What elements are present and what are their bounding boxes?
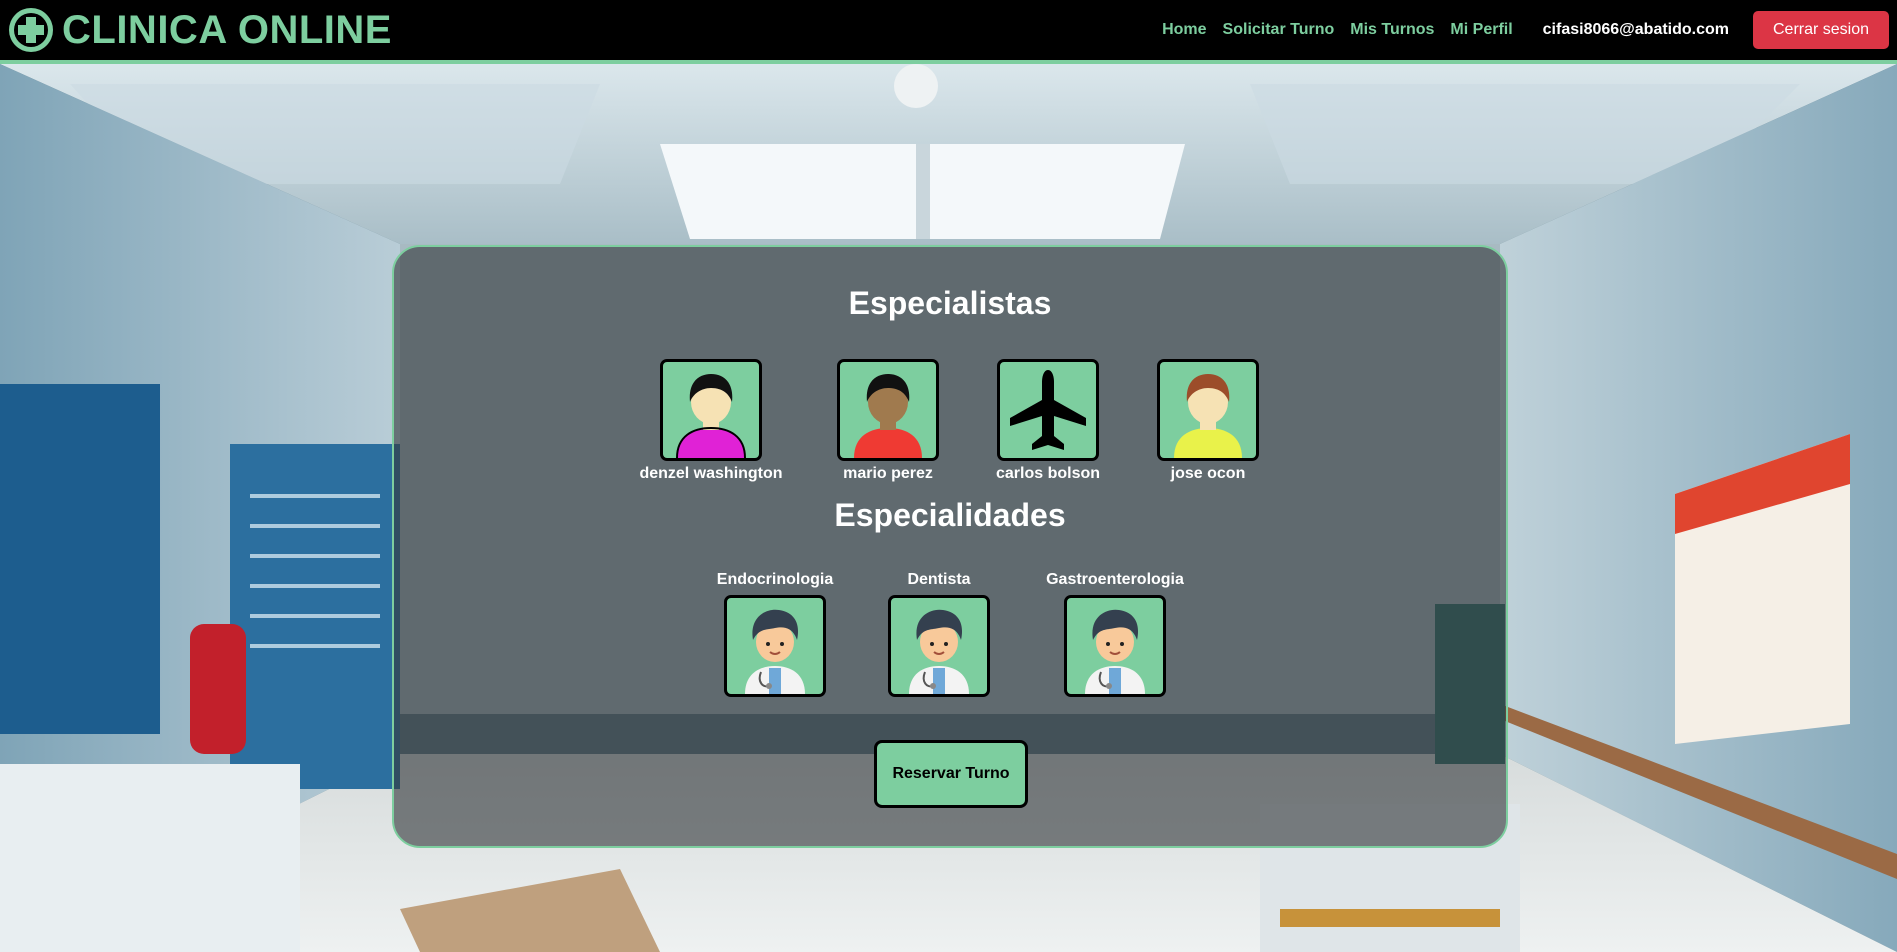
user-email: cifasi8066@abatido.com <box>1542 21 1729 38</box>
specialist-name: mario perez <box>843 465 933 482</box>
nav-solicitar-turno-link[interactable]: Solicitar Turno <box>1223 21 1335 39</box>
medical-cross-icon <box>9 8 53 52</box>
nav-links: Home Solicitar Turno Mis Turnos Mi Perfi… <box>1154 11 1889 49</box>
person-avatar-icon[interactable] <box>660 359 762 461</box>
nav-home-link[interactable]: Home <box>1162 21 1206 39</box>
specialty-name: Gastroenterologia <box>1046 571 1184 588</box>
specialty-name: Endocrinologia <box>716 571 834 588</box>
doctor-icon[interactable] <box>1064 595 1166 697</box>
specialists-title: Especialistas <box>848 285 1052 321</box>
reserve-appointment-button[interactable]: Reservar Turno <box>874 740 1028 808</box>
airplane-icon[interactable] <box>997 359 1099 461</box>
specialist-name: denzel washington <box>639 465 783 482</box>
brand[interactable]: CLINICA ONLINE <box>8 7 392 53</box>
person-avatar-icon[interactable] <box>1157 359 1259 461</box>
logout-button[interactable]: Cerrar sesion <box>1753 11 1889 49</box>
brand-title: CLINICA ONLINE <box>62 7 392 52</box>
top-navbar: CLINICA ONLINE Home Solicitar Turno Mis … <box>0 0 1897 64</box>
nav-mi-perfil-link[interactable]: Mi Perfil <box>1450 21 1512 39</box>
person-avatar-icon[interactable] <box>837 359 939 461</box>
specialty-name: Dentista <box>907 571 971 588</box>
specialties-title: Especialidades <box>834 497 1066 533</box>
nav-mis-turnos-link[interactable]: Mis Turnos <box>1350 21 1434 39</box>
doctor-icon[interactable] <box>724 595 826 697</box>
specialist-name: carlos bolson <box>995 465 1101 482</box>
specialist-name: jose ocon <box>1170 465 1246 482</box>
doctor-icon[interactable] <box>888 595 990 697</box>
booking-panel: Especialistas denzel washington mario pe… <box>392 245 1508 848</box>
